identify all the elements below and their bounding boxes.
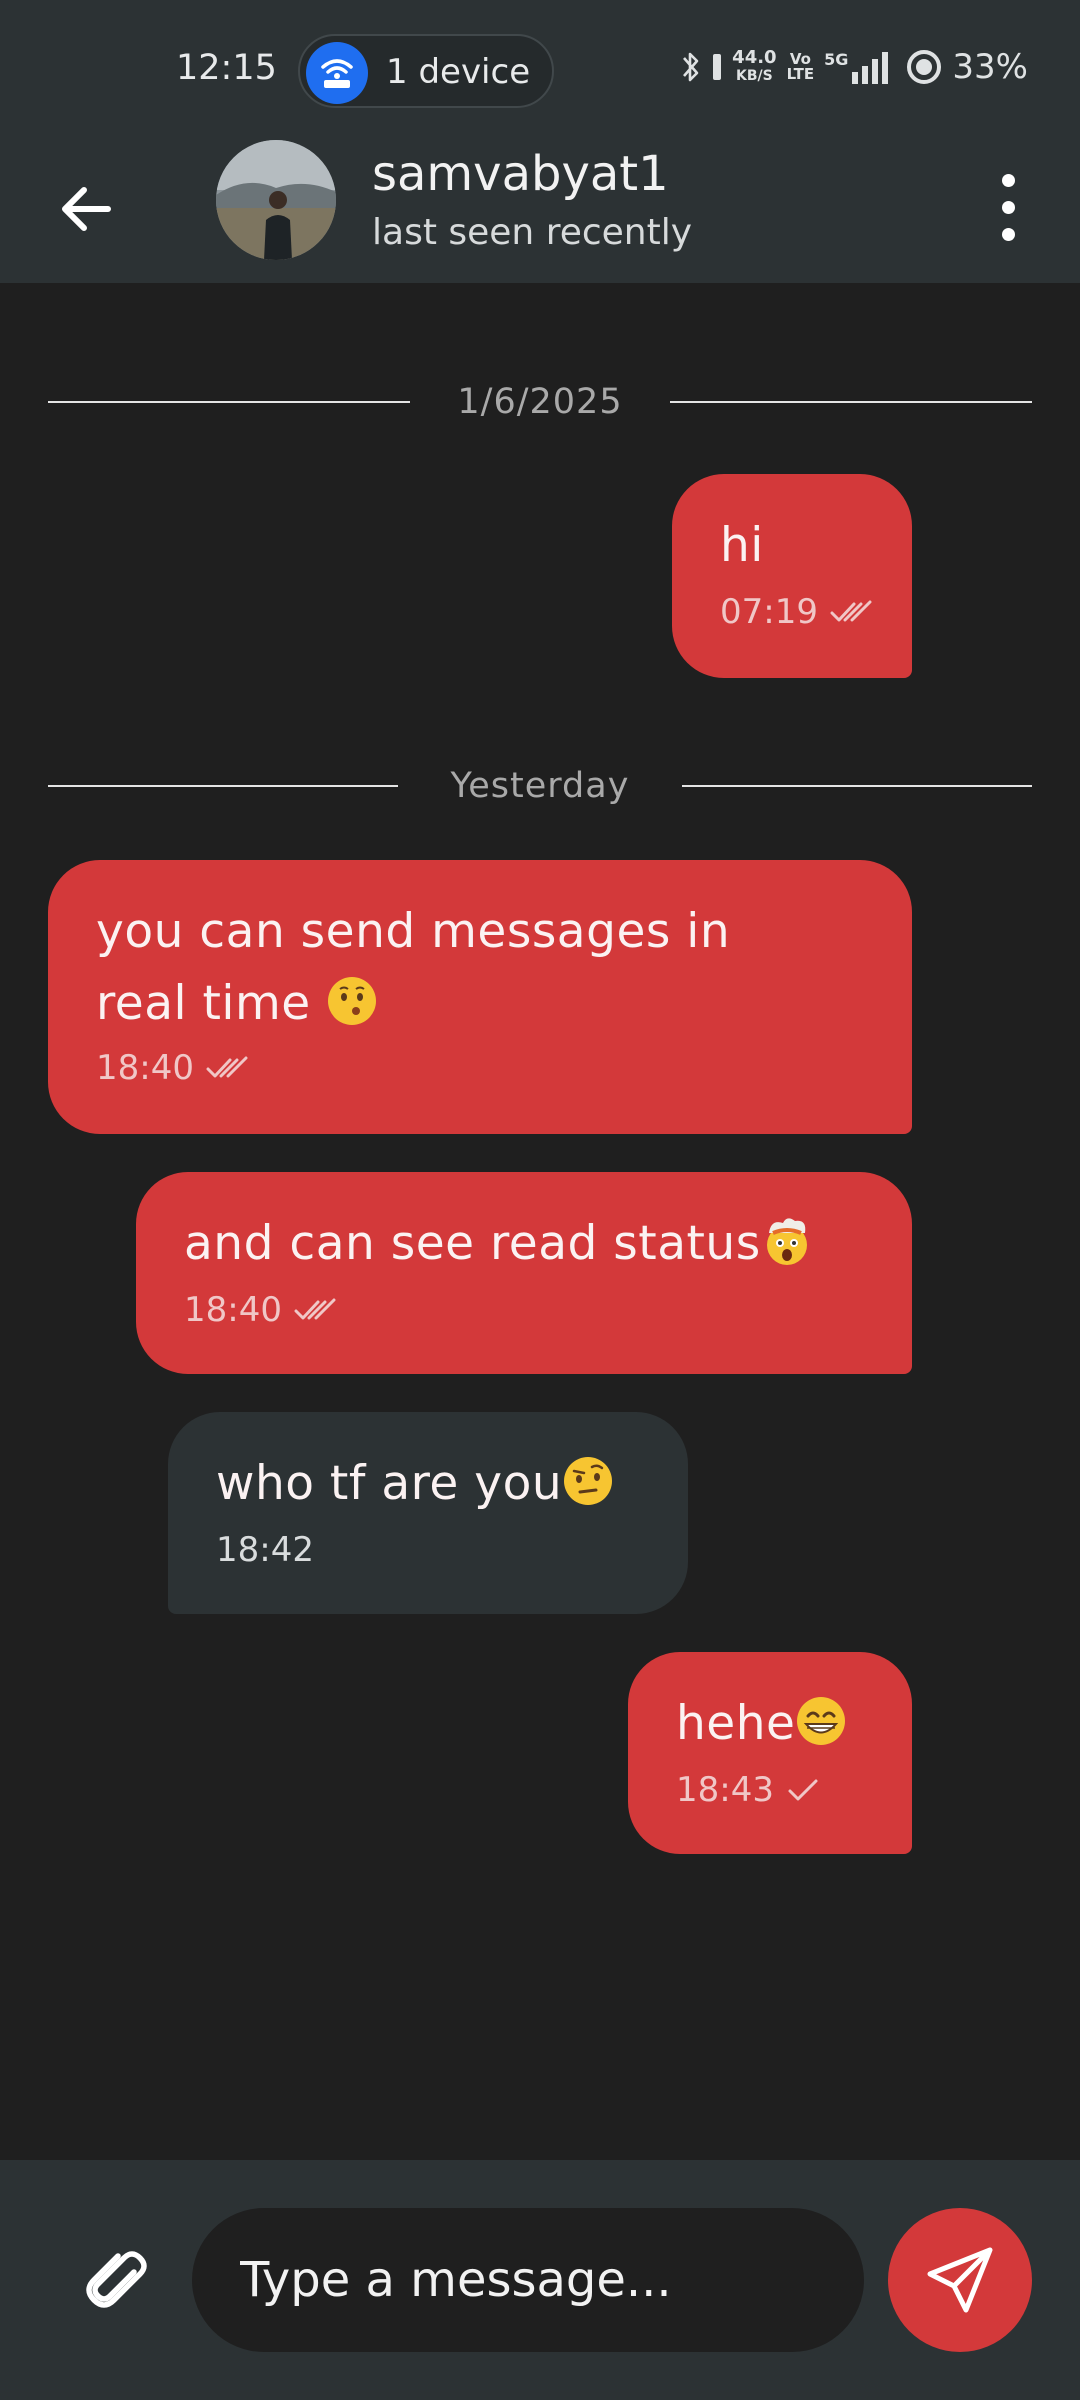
message-text: you can send messages in real time xyxy=(96,896,730,1040)
message-time: 18:40 xyxy=(184,1290,282,1330)
hotspot-label: 1 device xyxy=(386,52,531,92)
check-icon xyxy=(788,1779,818,1801)
composer-bar xyxy=(0,2160,1080,2400)
contact-name[interactable]: samvabyat1 xyxy=(372,146,669,202)
grinning-face-icon xyxy=(797,1697,846,1745)
message-text: who tf are you xyxy=(216,1448,614,1520)
status-time: 12:15 xyxy=(176,48,277,88)
raised-eyebrow-face-icon xyxy=(564,1457,613,1505)
volte-indicator: Vo LTE xyxy=(787,52,815,82)
date-separator-label: 1/6/2025 xyxy=(457,382,623,422)
network-speed-unit: KB/S xyxy=(736,68,773,84)
more-vertical-icon xyxy=(1002,174,1015,187)
send-icon xyxy=(927,2247,993,2313)
message-meta: 18:42 xyxy=(216,1530,314,1570)
avatar[interactable] xyxy=(216,140,336,260)
battery-saver-icon xyxy=(713,54,722,80)
network-speed: 44.0 KB/S xyxy=(732,49,776,85)
message-bubble[interactable]: hehe 18:43 xyxy=(628,1652,912,1854)
contact-status: last seen recently xyxy=(372,212,693,253)
double-check-icon xyxy=(294,1298,336,1320)
date-separator: Yesterday xyxy=(48,756,1032,816)
message-time: 18:40 xyxy=(96,1048,194,1088)
status-bar: 12:15 1 device 44.0 KB/S Vo LTE 5G 33% xyxy=(0,0,1080,140)
hotspot-pill[interactable]: 1 device xyxy=(298,34,554,108)
message-text: hehe xyxy=(676,1688,847,1760)
message-text-line: real time xyxy=(96,968,730,1040)
message-text-line: you can send messages in xyxy=(96,904,731,959)
network-type: 5G xyxy=(824,50,849,69)
hotspot-icon xyxy=(306,42,368,104)
back-button[interactable] xyxy=(52,174,122,244)
avatar-photo xyxy=(216,140,336,260)
message-bubble[interactable]: you can send messages in real time 18:40 xyxy=(48,860,912,1134)
kissing-face-icon xyxy=(328,977,377,1025)
double-check-icon xyxy=(206,1056,248,1078)
message-bubble[interactable]: and can see read status 18:40 xyxy=(136,1172,912,1374)
volte-bottom: LTE xyxy=(786,65,815,83)
message-time: 07:19 xyxy=(720,592,818,632)
status-icons: 44.0 KB/S Vo LTE 5G 33% xyxy=(680,42,1028,92)
paperclip-icon xyxy=(86,2251,147,2308)
message-meta: 18:40 xyxy=(96,1048,250,1088)
exploding-head-icon xyxy=(766,1218,807,1265)
message-time: 18:42 xyxy=(216,1530,314,1570)
bluetooth-icon xyxy=(683,52,699,82)
message-bubble[interactable]: hi 07:19 xyxy=(672,474,912,678)
signal-icon: 5G xyxy=(824,50,896,84)
date-separator: 1/6/2025 xyxy=(48,372,1032,432)
double-check-icon xyxy=(830,600,872,622)
more-options-button[interactable] xyxy=(990,170,1026,246)
network-speed-value: 44.0 xyxy=(732,47,777,68)
chat-header: samvabyat1 last seen recently xyxy=(0,140,1080,283)
message-meta: 18:43 xyxy=(676,1770,822,1810)
battery-percent: 33% xyxy=(952,47,1028,87)
message-input[interactable] xyxy=(192,2208,864,2352)
message-time: 18:43 xyxy=(676,1770,774,1810)
send-button[interactable] xyxy=(888,2208,1032,2352)
battery-icon xyxy=(907,50,942,84)
message-bubble[interactable]: who tf are you 18:42 xyxy=(168,1412,688,1614)
arrow-left-icon xyxy=(62,187,111,231)
date-separator-label: Yesterday xyxy=(450,766,630,806)
message-text: hi xyxy=(720,518,764,573)
message-meta: 07:19 xyxy=(720,592,874,632)
attach-button[interactable] xyxy=(78,2242,158,2322)
message-meta: 18:40 xyxy=(184,1290,338,1330)
message-text: and can see read status xyxy=(184,1208,813,1280)
